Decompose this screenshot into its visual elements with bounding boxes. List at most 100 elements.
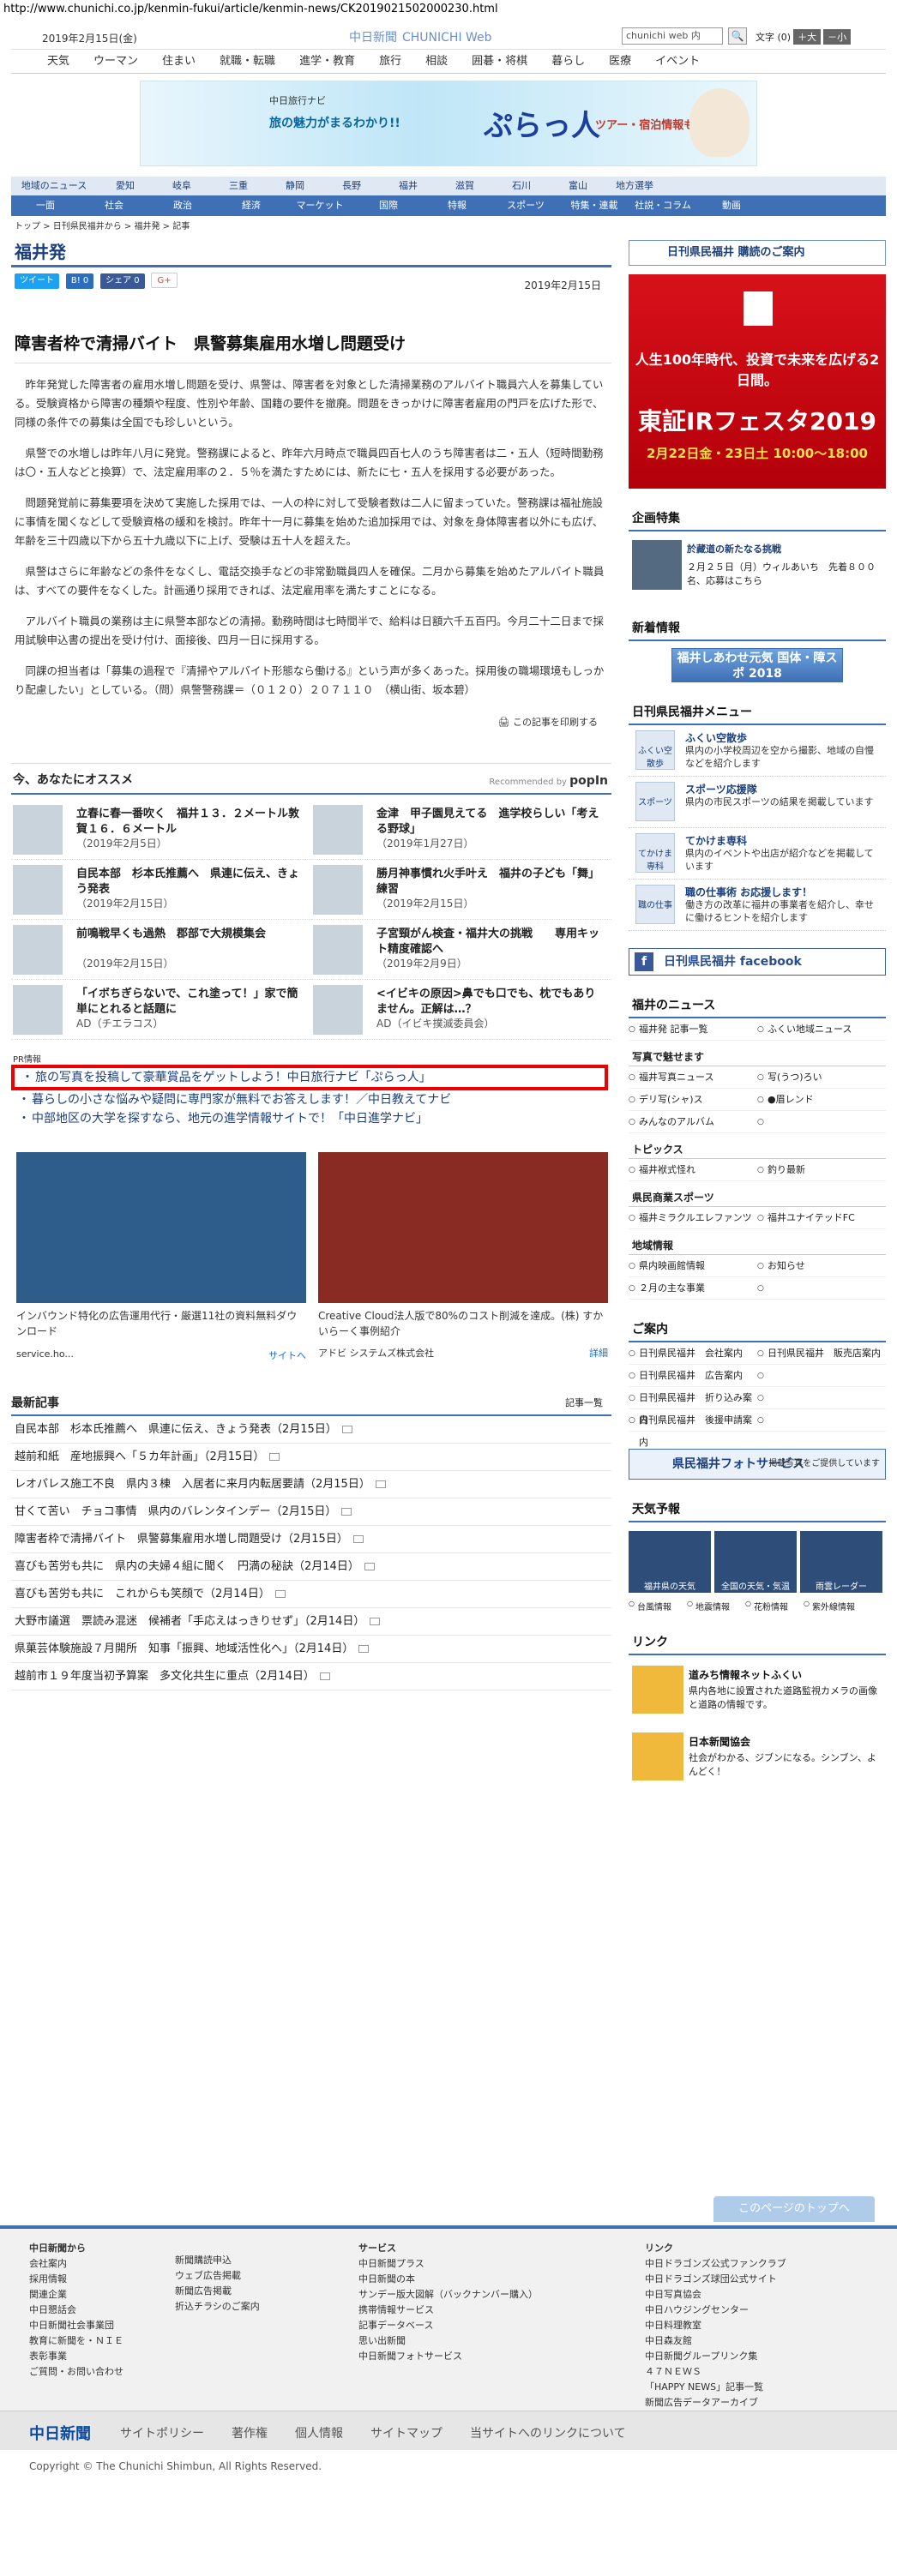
subscribe-banner[interactable]: 日刊県民福井 購読のご案内 (629, 240, 886, 266)
font-small-button[interactable]: －小 (823, 29, 852, 45)
search-input[interactable]: chunichi web 内 (622, 27, 723, 45)
pr-link[interactable]: 暮らしの小さな悩みや疑問に専門家が無料でお答えします！／中日教えてナビ (11, 1090, 611, 1109)
side-link[interactable]: 福井袱式怪れ (629, 1159, 757, 1181)
recommend-item[interactable]: 金津 甲子園見えてる 進学校らしい「考える野球」 （2019年1月27日） (311, 800, 611, 860)
menu-item[interactable]: ふくい空散歩 ふくい空散歩 県内の小学校周辺を空から撮影、地域の自慢などを紹介します (629, 725, 886, 777)
footer-link[interactable]: 新聞広告掲載 (175, 2284, 260, 2299)
footer-link[interactable]: 「HAPPY NEWS」記事一覧 (645, 2380, 786, 2395)
weather-link[interactable]: 地震情報 (687, 1600, 730, 1612)
footer-link[interactable]: サンデー版大図解（バックナンバー購入） (358, 2287, 538, 2303)
footer-link[interactable]: 中日料理教室 (645, 2318, 786, 2333)
region-nav-item[interactable]: 三重 (210, 177, 267, 195)
footer-link[interactable]: 中日懇話会 (29, 2303, 123, 2318)
kokutai-banner[interactable]: 福井しあわせ元気 国体・障スポ 2018 (671, 648, 843, 682)
gnav-item[interactable]: 暮らし (539, 50, 597, 73)
footer-link[interactable]: 中日新聞プラス (358, 2256, 538, 2272)
footer-link[interactable]: 採用情報 (29, 2272, 123, 2287)
region-nav-item[interactable]: 長野 (323, 177, 380, 195)
footer-link[interactable]: 新聞広告データアーカイブ (645, 2395, 786, 2411)
category-nav-item[interactable]: 国際 (354, 195, 423, 216)
latest-more-link[interactable]: 記事一覧 (565, 1396, 603, 1409)
footer-link[interactable]: 記事データベース (358, 2318, 538, 2333)
pr-link[interactable]: 旅の写真を投稿して豪華賞品をゲットしよう！中日旅行ナビ「ぷらっ人」 (11, 1065, 608, 1090)
weather-link[interactable]: 台風情報 (629, 1600, 671, 1612)
link-item[interactable]: 道みち情報ネットふくい 県内各地に設置された道路監視カメラの画像と道路の情報です。 (629, 1662, 886, 1722)
footer-link[interactable]: 新聞購読申込 (175, 2253, 260, 2268)
ad-link[interactable]: サイトへ (268, 1348, 306, 1362)
facebook-link[interactable]: 日刊県民福井 facebook (629, 948, 886, 976)
region-nav-item[interactable]: 静岡 (267, 177, 323, 195)
region-nav-item[interactable]: 福井 (380, 177, 436, 195)
category-nav-item[interactable]: マーケット (286, 195, 354, 216)
gnav-item[interactable]: 住まい (150, 50, 208, 73)
category-nav-item[interactable]: スポーツ (491, 195, 560, 216)
gnav-item[interactable]: 相談 (413, 50, 460, 73)
category-nav-item[interactable]: 特報 (423, 195, 491, 216)
recommend-item[interactable]: 「イボちぎらないで、これ塗って！」家で簡単にとれると話題に AD（チエラコス） (11, 980, 311, 1040)
side-link[interactable]: 日刊県民福井 折り込み案内 (629, 1387, 757, 1426)
site-logo[interactable]: 中日新聞 CHUNICHI Web (344, 24, 492, 46)
feature-item[interactable]: 於藏道の新たなる挑戦 ２月２５日（月）ウィルあいち 先着８００名、応募はこちら (629, 538, 886, 598)
footer-link[interactable]: 中日ハウジングセンター (645, 2303, 786, 2318)
category-nav-item[interactable]: 動画 (697, 195, 766, 216)
gnav-item[interactable]: 囲碁・将棋 (460, 50, 539, 73)
weather-box[interactable]: 全国の天気・気温 (714, 1531, 797, 1593)
ad-item[interactable]: Creative Cloud法人版で80%のコスト削減を達成。(株) すかいらー… (318, 1152, 608, 1375)
recommend-item[interactable]: 自民本部 杉本氏推薦へ 県連に伝え、きょう発表 （2019年2月15日） (11, 860, 311, 920)
recommend-item[interactable]: 立春に春一番吹く 福井１３．２メートル敦賀１６．６メートル （2019年2月5日） (11, 800, 311, 860)
footer-link[interactable]: ４７ＮＥＷＳ (645, 2364, 786, 2380)
search-icon[interactable]: 🔍 (728, 27, 747, 45)
recommend-item[interactable]: 勝月神事慣れ火手叶え 福井の子ども「舞」練習 （2019年2月15日） (311, 860, 611, 920)
footer-link[interactable]: 関連企業 (29, 2287, 123, 2303)
to-top-button[interactable]: このページのトップへ (713, 2196, 875, 2222)
category-nav-item[interactable]: 社会 (80, 195, 148, 216)
side-link[interactable]: 写(うつ)ろい (757, 1066, 886, 1089)
weather-link[interactable]: 紫外線情報 (804, 1600, 855, 1612)
recommend-item[interactable]: 前鳴戦早くも過熱 郡部で大規模集会 （2019年2月15日） (11, 920, 311, 980)
footer-link[interactable]: 中日新聞社会事業団 (29, 2318, 123, 2333)
side-link[interactable]: 釣り最新 (757, 1159, 886, 1181)
gnav-item[interactable]: 進学・教育 (287, 50, 367, 73)
link-item[interactable]: 日本新聞協会 社会がわかる、ジブンになる。シンブン、よんどく！ (629, 1729, 886, 1789)
latest-item[interactable]: 喜びも苦労も共に これからも笑顔で（2月14日） (11, 1581, 611, 1608)
category-nav-item[interactable]: 社説・コラム (629, 195, 697, 216)
footer-link[interactable]: 中日新聞グループリンク集 (645, 2349, 786, 2364)
pr-link[interactable]: 中部地区の大学を探すなら、地元の進学情報サイトで！「中日進学ナビ」 (11, 1109, 611, 1128)
gnav-item[interactable]: 天気 (35, 50, 81, 73)
region-nav-item[interactable]: 岐阜 (154, 177, 210, 195)
region-nav-item[interactable]: 滋賀 (436, 177, 493, 195)
footer-link[interactable]: 中日写真協会 (645, 2287, 786, 2303)
region-nav-item[interactable]: 愛知 (97, 177, 154, 195)
side-link[interactable]: ●眉レンド (757, 1089, 886, 1111)
footer-bar-link[interactable]: 著作権 (232, 2427, 268, 2441)
side-link[interactable]: 福井ユナイテッドFC (757, 1207, 886, 1229)
ir-festa-ad[interactable]: 人生100年時代、投資で未来を広げる2日間。 東証IRフェスタ2019 2月22… (629, 274, 886, 489)
category-nav-item[interactable]: 政治 (148, 195, 217, 216)
gnav-item[interactable]: ウーマン (81, 50, 150, 73)
footer-bar-link[interactable]: 個人情報 (295, 2427, 343, 2441)
latest-item[interactable]: 障害者枠で清掃バイト 県警募集雇用水増し問題受け（2月15日） (11, 1526, 611, 1553)
side-link[interactable]: 日刊県民福井 販売店案内 (757, 1342, 886, 1365)
latest-item[interactable]: 県菓芸体験施設７月開所 知事「振興、地域活性化へ」（2月14日） (11, 1636, 611, 1663)
gnav-item[interactable]: イベント (643, 50, 712, 73)
menu-item[interactable]: スポーツ スポーツ応援隊 県内の市民スポーツの結果を掲載しています (629, 777, 886, 828)
region-nav-item[interactable]: 地方選挙 (606, 177, 663, 195)
gnav-item[interactable]: 旅行 (367, 50, 413, 73)
font-large-button[interactable]: ＋大 (793, 29, 822, 45)
recommend-item[interactable]: 子宮頸がん検査・福井大の挑戦 専用キット精度確認へ （2019年2月9日） (311, 920, 611, 980)
latest-item[interactable]: 喜びも苦労も共に 県内の夫婦４組に聞く 円満の秘訣（2月14日） (11, 1553, 611, 1581)
region-nav-item[interactable]: 石川 (493, 177, 550, 195)
footer-link[interactable]: 中日森友館 (645, 2333, 786, 2349)
side-link[interactable]: 福井発 記事一覧 (629, 1018, 757, 1041)
footer-link[interactable]: 中日新聞の本 (358, 2272, 538, 2287)
footer-logo[interactable]: 中日新聞 (29, 2422, 91, 2444)
travel-banner[interactable]: 中日旅行ナビ 旅の魅力がまるわかり!! ぷらっ人 ツアー・宿泊情報もいろいろ (140, 81, 757, 166)
side-link[interactable]: 日刊県民福井 後援申請案内 (629, 1409, 757, 1448)
side-link[interactable]: 日刊県民福井 広告案内 (629, 1365, 757, 1387)
footer-link[interactable]: 会社案内 (29, 2256, 123, 2272)
region-nav-item[interactable]: 富山 (550, 177, 606, 195)
footer-bar-link[interactable]: 当サイトへのリンクについて (470, 2427, 626, 2441)
latest-item[interactable]: 甘くて苦い チョコ事情 県内のバレンタインデー（2月15日） (11, 1498, 611, 1526)
footer-link[interactable]: ご質問・お問い合わせ (29, 2364, 123, 2380)
side-link[interactable]: お知らせ (757, 1255, 886, 1277)
